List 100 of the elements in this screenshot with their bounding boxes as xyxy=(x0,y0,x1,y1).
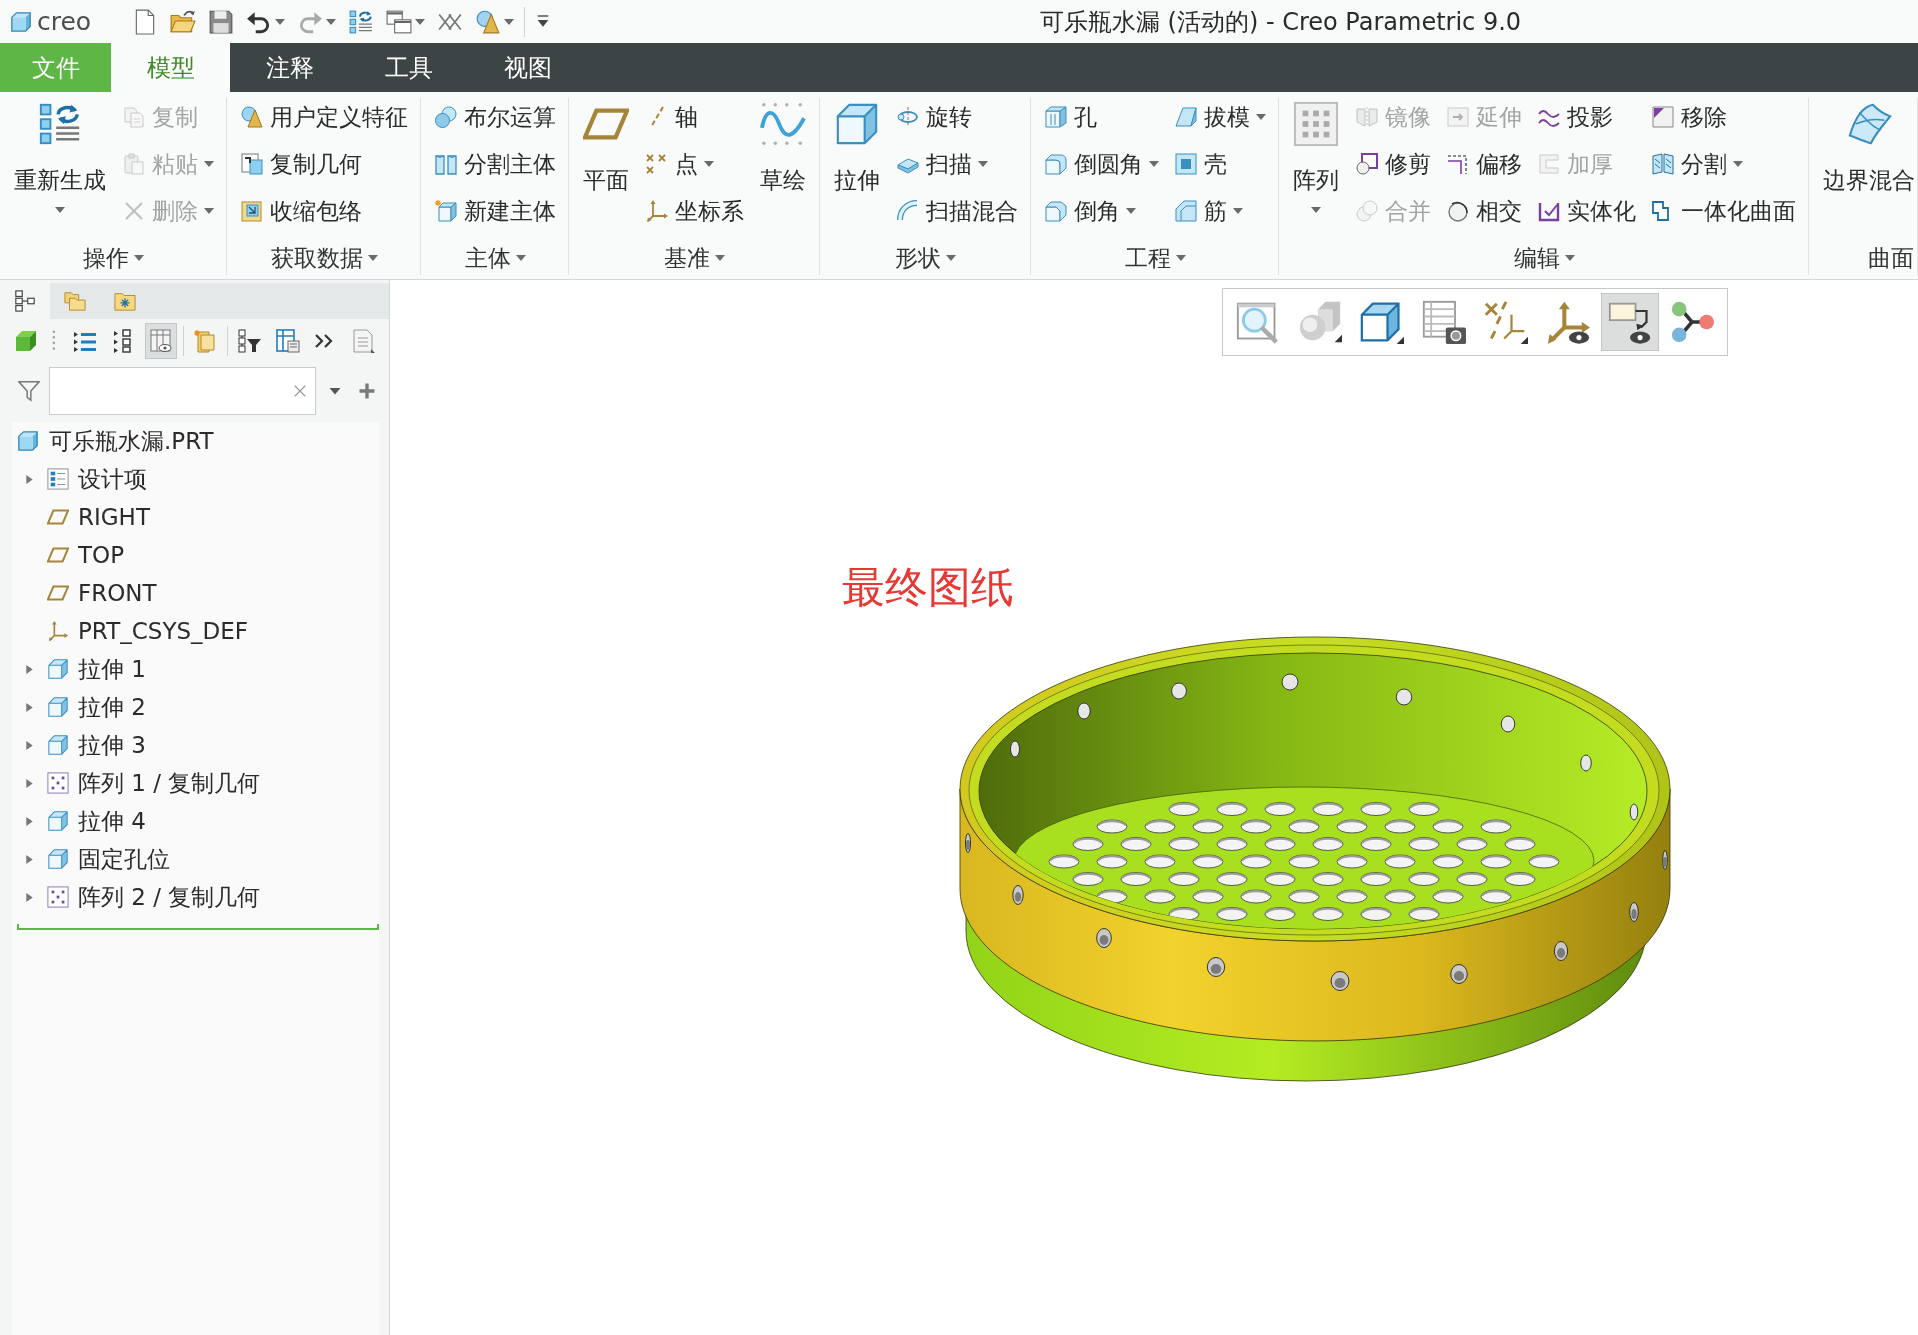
dotted-square-icon xyxy=(47,772,69,794)
view-toolbar-button[interactable] xyxy=(1601,293,1659,351)
table-icon xyxy=(275,329,300,353)
tab[interactable]: 工具 xyxy=(349,43,468,92)
chamfered-block-icon xyxy=(1044,199,1068,223)
tab[interactable]: 视图 xyxy=(468,43,587,92)
ribbon-button[interactable]: 平面 xyxy=(579,95,633,195)
tree-item[interactable]: FRONT xyxy=(12,574,157,612)
ribbon-button[interactable]: 复制几何 xyxy=(237,142,411,186)
tree-item[interactable]: PRT_CSYS_DEF xyxy=(12,612,248,650)
ribbon-button[interactable]: 轴 xyxy=(642,95,747,139)
caret-icon xyxy=(1564,255,1575,261)
tab[interactable]: 模型 xyxy=(111,43,230,92)
group-menu-button[interactable]: 形状 xyxy=(891,242,960,274)
clear-icon xyxy=(293,383,307,398)
group-menu-button[interactable]: 曲面 xyxy=(1864,242,1918,274)
group-menu-button[interactable]: 获取数据 xyxy=(266,242,382,274)
tree-item[interactable]: TOP xyxy=(12,536,125,574)
annotation-text: 最终图纸 xyxy=(842,564,1014,612)
ribbon-button[interactable]: 阵列 xyxy=(1289,95,1343,213)
ribbon-button[interactable]: 用户定义特征 xyxy=(237,95,411,139)
caret-icon xyxy=(1175,255,1186,261)
cube-icon xyxy=(17,430,39,452)
caret-icon xyxy=(326,18,336,25)
expand-arrow-icon xyxy=(24,700,35,714)
axes-eye-icon xyxy=(1546,300,1590,344)
group-menu-button[interactable]: 编辑 xyxy=(1509,242,1579,274)
ribbon-button[interactable]: 新建主体 xyxy=(431,189,559,233)
circle-arc-icon xyxy=(1446,199,1470,223)
cube-icon xyxy=(47,810,69,832)
ribbon-button[interactable]: 重新生成 xyxy=(10,95,110,213)
tree-item[interactable]: 阵列 1 / 复制几何 xyxy=(12,764,261,802)
hollow-box-icon xyxy=(1174,152,1198,176)
ribbon-button[interactable]: 布尔运算 xyxy=(431,95,559,139)
tree-item[interactable]: 拉伸 3 xyxy=(12,726,146,764)
ribbon-button[interactable]: 壳 xyxy=(1171,142,1269,186)
grip-icon xyxy=(51,329,56,353)
caret-icon xyxy=(978,161,988,167)
logo-text: creo xyxy=(37,9,92,34)
ribbon-button[interactable]: 孔 xyxy=(1041,95,1162,139)
ribbon-button[interactable]: 移除 xyxy=(1648,95,1799,139)
cube-icon xyxy=(13,329,38,353)
tree-item[interactable]: 设计项 xyxy=(12,460,147,498)
filter-field[interactable] xyxy=(49,366,316,415)
circles-icon xyxy=(1355,199,1379,223)
cube-icon xyxy=(47,734,69,756)
table-eye-icon xyxy=(148,329,173,353)
axes-icon xyxy=(47,620,69,642)
ribbon-button[interactable]: 相交 xyxy=(1443,189,1525,233)
plus-icon xyxy=(358,381,376,400)
ribbon-button[interactable]: 实体化 xyxy=(1534,189,1639,233)
sphere-cone-icon xyxy=(240,105,264,129)
panel-tab[interactable] xyxy=(0,283,50,319)
ribbon-button[interactable]: 旋转 xyxy=(893,95,1021,139)
tree-item[interactable]: 拉伸 1 xyxy=(12,650,146,688)
tree-icon xyxy=(14,290,36,312)
ribbon-button[interactable]: 筋 xyxy=(1171,189,1269,233)
caret-icon xyxy=(134,255,144,261)
tree-item[interactable]: 拉伸 2 xyxy=(12,688,146,726)
ribbon-button[interactable]: 拉伸 xyxy=(830,95,884,195)
group-menu-button[interactable]: 主体 xyxy=(460,242,530,274)
ribbon-button[interactable]: 草绘 xyxy=(756,95,810,195)
ribbon-button[interactable]: 点 xyxy=(642,142,747,186)
ribbon-button[interactable]: 倒圆角 xyxy=(1041,142,1162,186)
ribbon-button[interactable]: 一体化曲面 xyxy=(1648,189,1799,233)
ribbon-button[interactable]: 坐标系 xyxy=(642,189,747,233)
axes-icon xyxy=(645,199,669,223)
ribbon-button[interactable]: 分割主体 xyxy=(431,142,559,186)
ribbon-button[interactable]: 修剪 xyxy=(1352,142,1434,186)
group-menu-button[interactable]: 操作 xyxy=(79,242,148,274)
cross-marks-icon xyxy=(645,152,669,176)
tube-icon xyxy=(896,199,920,223)
ribbon-button[interactable]: 拔模 xyxy=(1171,95,1269,139)
tree-item[interactable]: 可乐瓶水漏.PRT xyxy=(12,422,214,460)
tree-filter-icon xyxy=(238,329,262,353)
ribbon-button[interactable]: 边界混合 xyxy=(1819,95,1918,195)
caret-icon xyxy=(275,18,285,25)
ribbon-button[interactable]: 收缩包络 xyxy=(237,189,411,233)
ribbon-button[interactable]: 分割 xyxy=(1648,142,1799,186)
expand-arrow-icon xyxy=(24,776,35,790)
expand-arrow-icon xyxy=(24,852,35,866)
tree-item[interactable]: RIGHT xyxy=(12,498,150,536)
ribbon-button[interactable]: 扫描混合 xyxy=(893,189,1021,233)
ribbon-button[interactable]: 倒角 xyxy=(1041,189,1162,233)
datum-marks-icon xyxy=(1484,300,1528,344)
caret-icon xyxy=(1256,114,1266,120)
tree-item[interactable]: 阵列 2 / 复制几何 xyxy=(12,878,261,916)
caret-icon xyxy=(204,208,214,214)
group-menu-button[interactable]: 基准 xyxy=(660,242,729,274)
tree-item[interactable]: 固定孔位 xyxy=(12,840,170,878)
group-menu-button[interactable]: 工程 xyxy=(1120,242,1190,274)
tree-item[interactable]: 拉伸 4 xyxy=(12,802,146,840)
ribbon-button[interactable]: 偏移 xyxy=(1443,142,1525,186)
clipboard-icon xyxy=(122,152,146,176)
ribbon-button[interactable]: 扫描 xyxy=(893,142,1021,186)
caret-icon xyxy=(515,255,526,261)
rounded-block-icon xyxy=(1044,152,1068,176)
tab[interactable]: 注释 xyxy=(230,43,349,92)
ribbon-button[interactable]: 投影 xyxy=(1534,95,1639,139)
window-title: 可乐瓶水漏 (活动的) - Creo Parametric 9.0 xyxy=(1038,6,1523,38)
